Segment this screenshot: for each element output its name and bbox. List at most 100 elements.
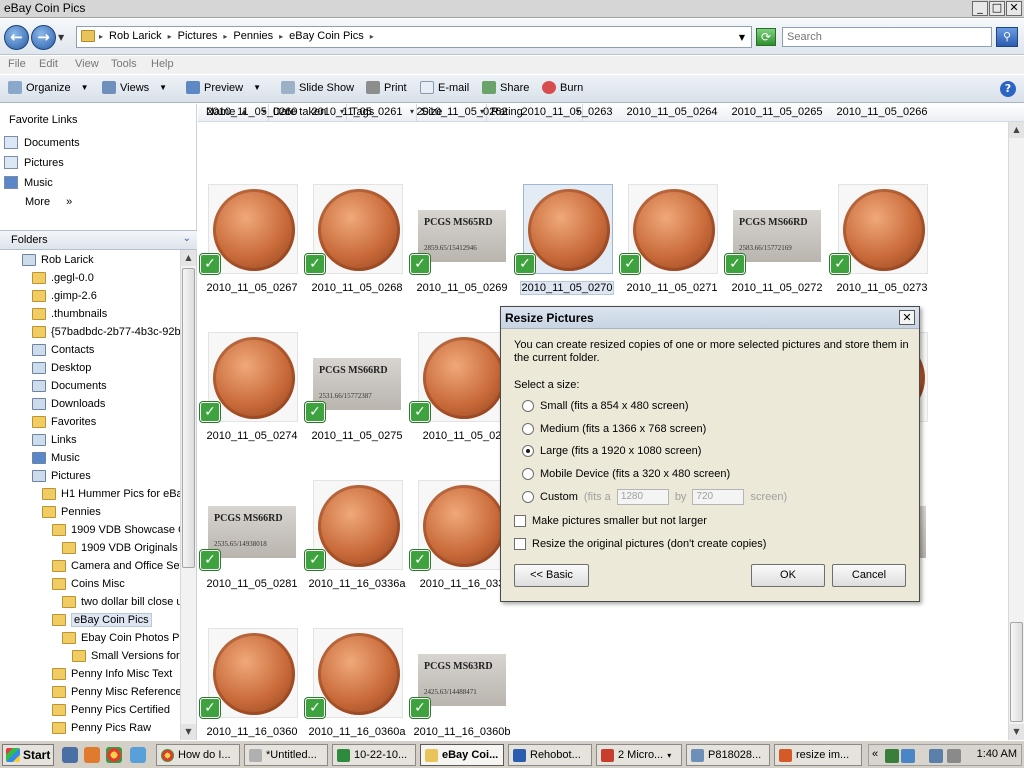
thumbnail-image[interactable] — [208, 332, 298, 422]
radio-button[interactable] — [522, 491, 534, 503]
chevron-right-icon[interactable]: ▸ — [370, 30, 374, 42]
checkmark-icon[interactable]: ✓ — [305, 550, 325, 570]
close-button[interactable]: ✕ — [1006, 1, 1022, 16]
media-player-icon[interactable] — [84, 747, 100, 763]
basic-button[interactable]: << Basic — [514, 564, 589, 587]
refresh-button[interactable]: ⟳ — [756, 28, 776, 46]
chevron-right-icon[interactable]: ▸ — [168, 30, 172, 42]
tree-item[interactable]: Documents — [32, 378, 107, 394]
radio-medium[interactable]: Medium (fits a 1366 x 768 screen) — [522, 423, 706, 435]
tree-item[interactable]: Small Versions for u — [72, 648, 180, 664]
task-2-micro[interactable]: 2 Micro... ▾ — [596, 744, 682, 766]
tree-item[interactable]: Pictures — [32, 468, 91, 484]
chevron-right-icon[interactable]: ▸ — [99, 30, 103, 42]
folders-header[interactable]: Folders ⌄ — [0, 230, 197, 250]
chevron-down-icon[interactable]: ⌄ — [183, 233, 191, 244]
tree-item[interactable]: .gimp-2.6 — [32, 288, 97, 304]
thumbnail-image[interactable]: PCGS MS66RD 2535.65/14938018 — [208, 480, 298, 570]
menu-help[interactable]: Help — [151, 58, 174, 70]
tray-app-icon[interactable] — [885, 749, 899, 763]
search-box[interactable] — [782, 27, 992, 47]
thumbnail-item[interactable]: ✓ 2010_11_16_0336a — [305, 480, 409, 620]
help-icon[interactable]: ? — [1000, 81, 1016, 97]
search-icon[interactable]: ⚲ — [996, 27, 1018, 47]
forward-button[interactable]: → — [31, 25, 56, 50]
fav-documents[interactable]: Documents — [4, 136, 80, 149]
show-desktop-icon[interactable] — [62, 747, 78, 763]
start-button[interactable]: Start — [2, 744, 54, 766]
tree-item[interactable]: Favorites — [32, 414, 96, 430]
scroll-down-icon[interactable]: ▼ — [1009, 724, 1024, 740]
custom-width-input[interactable]: 1280 — [616, 489, 669, 505]
checkmark-icon[interactable]: ✓ — [410, 550, 430, 570]
scroll-down-icon[interactable]: ▼ — [181, 724, 196, 740]
checkmark-icon[interactable]: ✓ — [410, 254, 430, 274]
tree-item[interactable]: Pennies — [42, 504, 101, 520]
breadcrumb-item-pictures[interactable]: Pictures — [176, 30, 220, 42]
thumbnail-item[interactable]: ✓ 2010_11_05_02 — [410, 332, 514, 472]
preview-button[interactable]: Preview ▼ — [186, 81, 261, 94]
tree-item[interactable]: Downloads — [32, 396, 105, 412]
tree-item[interactable]: Ebay Coin Photos Pe — [62, 630, 180, 646]
task-p818028[interactable]: P818028... — [686, 744, 770, 766]
task-untitled[interactable]: *Untitled... — [244, 744, 328, 766]
tree-item[interactable]: Coins Misc — [52, 576, 125, 592]
thumbnail-image[interactable]: PCGS MS66RD 2583.66/15772169 — [733, 184, 823, 274]
thumbnail-image[interactable] — [313, 480, 403, 570]
print-button[interactable]: Print — [366, 81, 407, 94]
fav-more[interactable]: More » — [25, 196, 72, 208]
cancel-button[interactable]: Cancel — [832, 564, 906, 587]
thumbnail-image[interactable] — [313, 184, 403, 274]
checkmark-icon[interactable]: ✓ — [305, 254, 325, 274]
share-button[interactable]: Share — [482, 81, 529, 94]
tree-item[interactable]: Contacts — [32, 342, 94, 358]
volume-icon[interactable] — [947, 749, 961, 763]
ok-button[interactable]: OK — [751, 564, 825, 587]
tree-item[interactable]: Penny Pics Raw — [52, 720, 151, 736]
checkmark-icon[interactable]: ✓ — [305, 698, 325, 718]
thumbnail-item[interactable]: PCGS MS66RD 2531.66/15772387 ✓ 2010_11_05_0… — [305, 332, 409, 472]
thumbnail-item[interactable]: 2010_11_05_0263 — [515, 104, 619, 148]
search-input[interactable] — [787, 28, 987, 46]
radio-button[interactable] — [522, 468, 534, 480]
radio-button[interactable] — [522, 423, 534, 435]
fav-music[interactable]: Music — [4, 176, 53, 189]
thumbnail-item[interactable]: 2010_11_05_0261 — [305, 104, 409, 148]
radio-button-selected[interactable] — [522, 445, 534, 457]
burn-button[interactable]: Burn — [542, 81, 583, 94]
thumbnail-item[interactable]: ✓ 2010_11_05_0274 — [200, 332, 304, 472]
tree-item[interactable]: 1909 VDB Originals fo — [62, 540, 180, 556]
radio-mobile[interactable]: Mobile Device (fits a 320 x 480 screen) — [522, 468, 730, 480]
menu-edit[interactable]: Edit — [39, 58, 58, 70]
checkmark-icon[interactable]: ✓ — [305, 402, 325, 422]
tree-item[interactable]: two dollar bill close u — [62, 594, 180, 610]
thumbnail-image[interactable] — [628, 184, 718, 274]
thumbnail-item[interactable]: ✓ 2010_11_05_0271 — [620, 184, 724, 324]
checkbox[interactable] — [514, 538, 526, 550]
chevron-right-icon[interactable]: ▸ — [279, 30, 283, 42]
breadcrumb[interactable]: ▸ Rob Larick ▸ Pictures ▸ Pennies ▸ eBay… — [76, 26, 752, 48]
thumbnail-item[interactable]: ✓ 2010_11_05_0273 — [830, 184, 934, 324]
checkmark-icon[interactable]: ✓ — [200, 698, 220, 718]
thumbnail-image[interactable]: PCGS MS63RD 2425.63/14488471 — [418, 628, 508, 718]
tray-expand-icon[interactable]: « — [872, 748, 878, 760]
tree-item-selected[interactable]: eBay Coin Pics — [52, 612, 152, 628]
chevron-down-icon[interactable]: ▼ — [739, 33, 745, 42]
thumbnail-image[interactable] — [418, 480, 508, 570]
menu-file[interactable]: File — [8, 58, 26, 70]
tree-item[interactable]: {57badbdc-2b77-4b3c-92b — [32, 324, 180, 340]
email-button[interactable]: E-mail — [420, 81, 469, 94]
task-10-22-10[interactable]: 10-22-10... — [332, 744, 416, 766]
recent-pages-dropdown[interactable]: ▼ — [58, 33, 64, 42]
thumbnail-item[interactable]: 2010_11_05_0265 — [725, 104, 829, 148]
scrollbar-thumb[interactable] — [182, 268, 195, 568]
task-ebay-coin-pics[interactable]: eBay Coi... — [420, 744, 504, 766]
thumbnail-image[interactable]: PCGS MS66RD 2531.66/15772387 — [313, 332, 403, 422]
slideshow-button[interactable]: Slide Show — [281, 81, 354, 94]
task-how-do-i[interactable]: How do I... — [156, 744, 240, 766]
scroll-up-icon[interactable]: ▲ — [1009, 122, 1024, 138]
tree-item[interactable]: Camera and Office Set — [52, 558, 180, 574]
tree-item[interactable]: H1 Hummer Pics for eBay — [42, 486, 180, 502]
tree-item[interactable]: Rob Larick — [22, 252, 94, 268]
tree-item[interactable]: Music — [32, 450, 80, 466]
